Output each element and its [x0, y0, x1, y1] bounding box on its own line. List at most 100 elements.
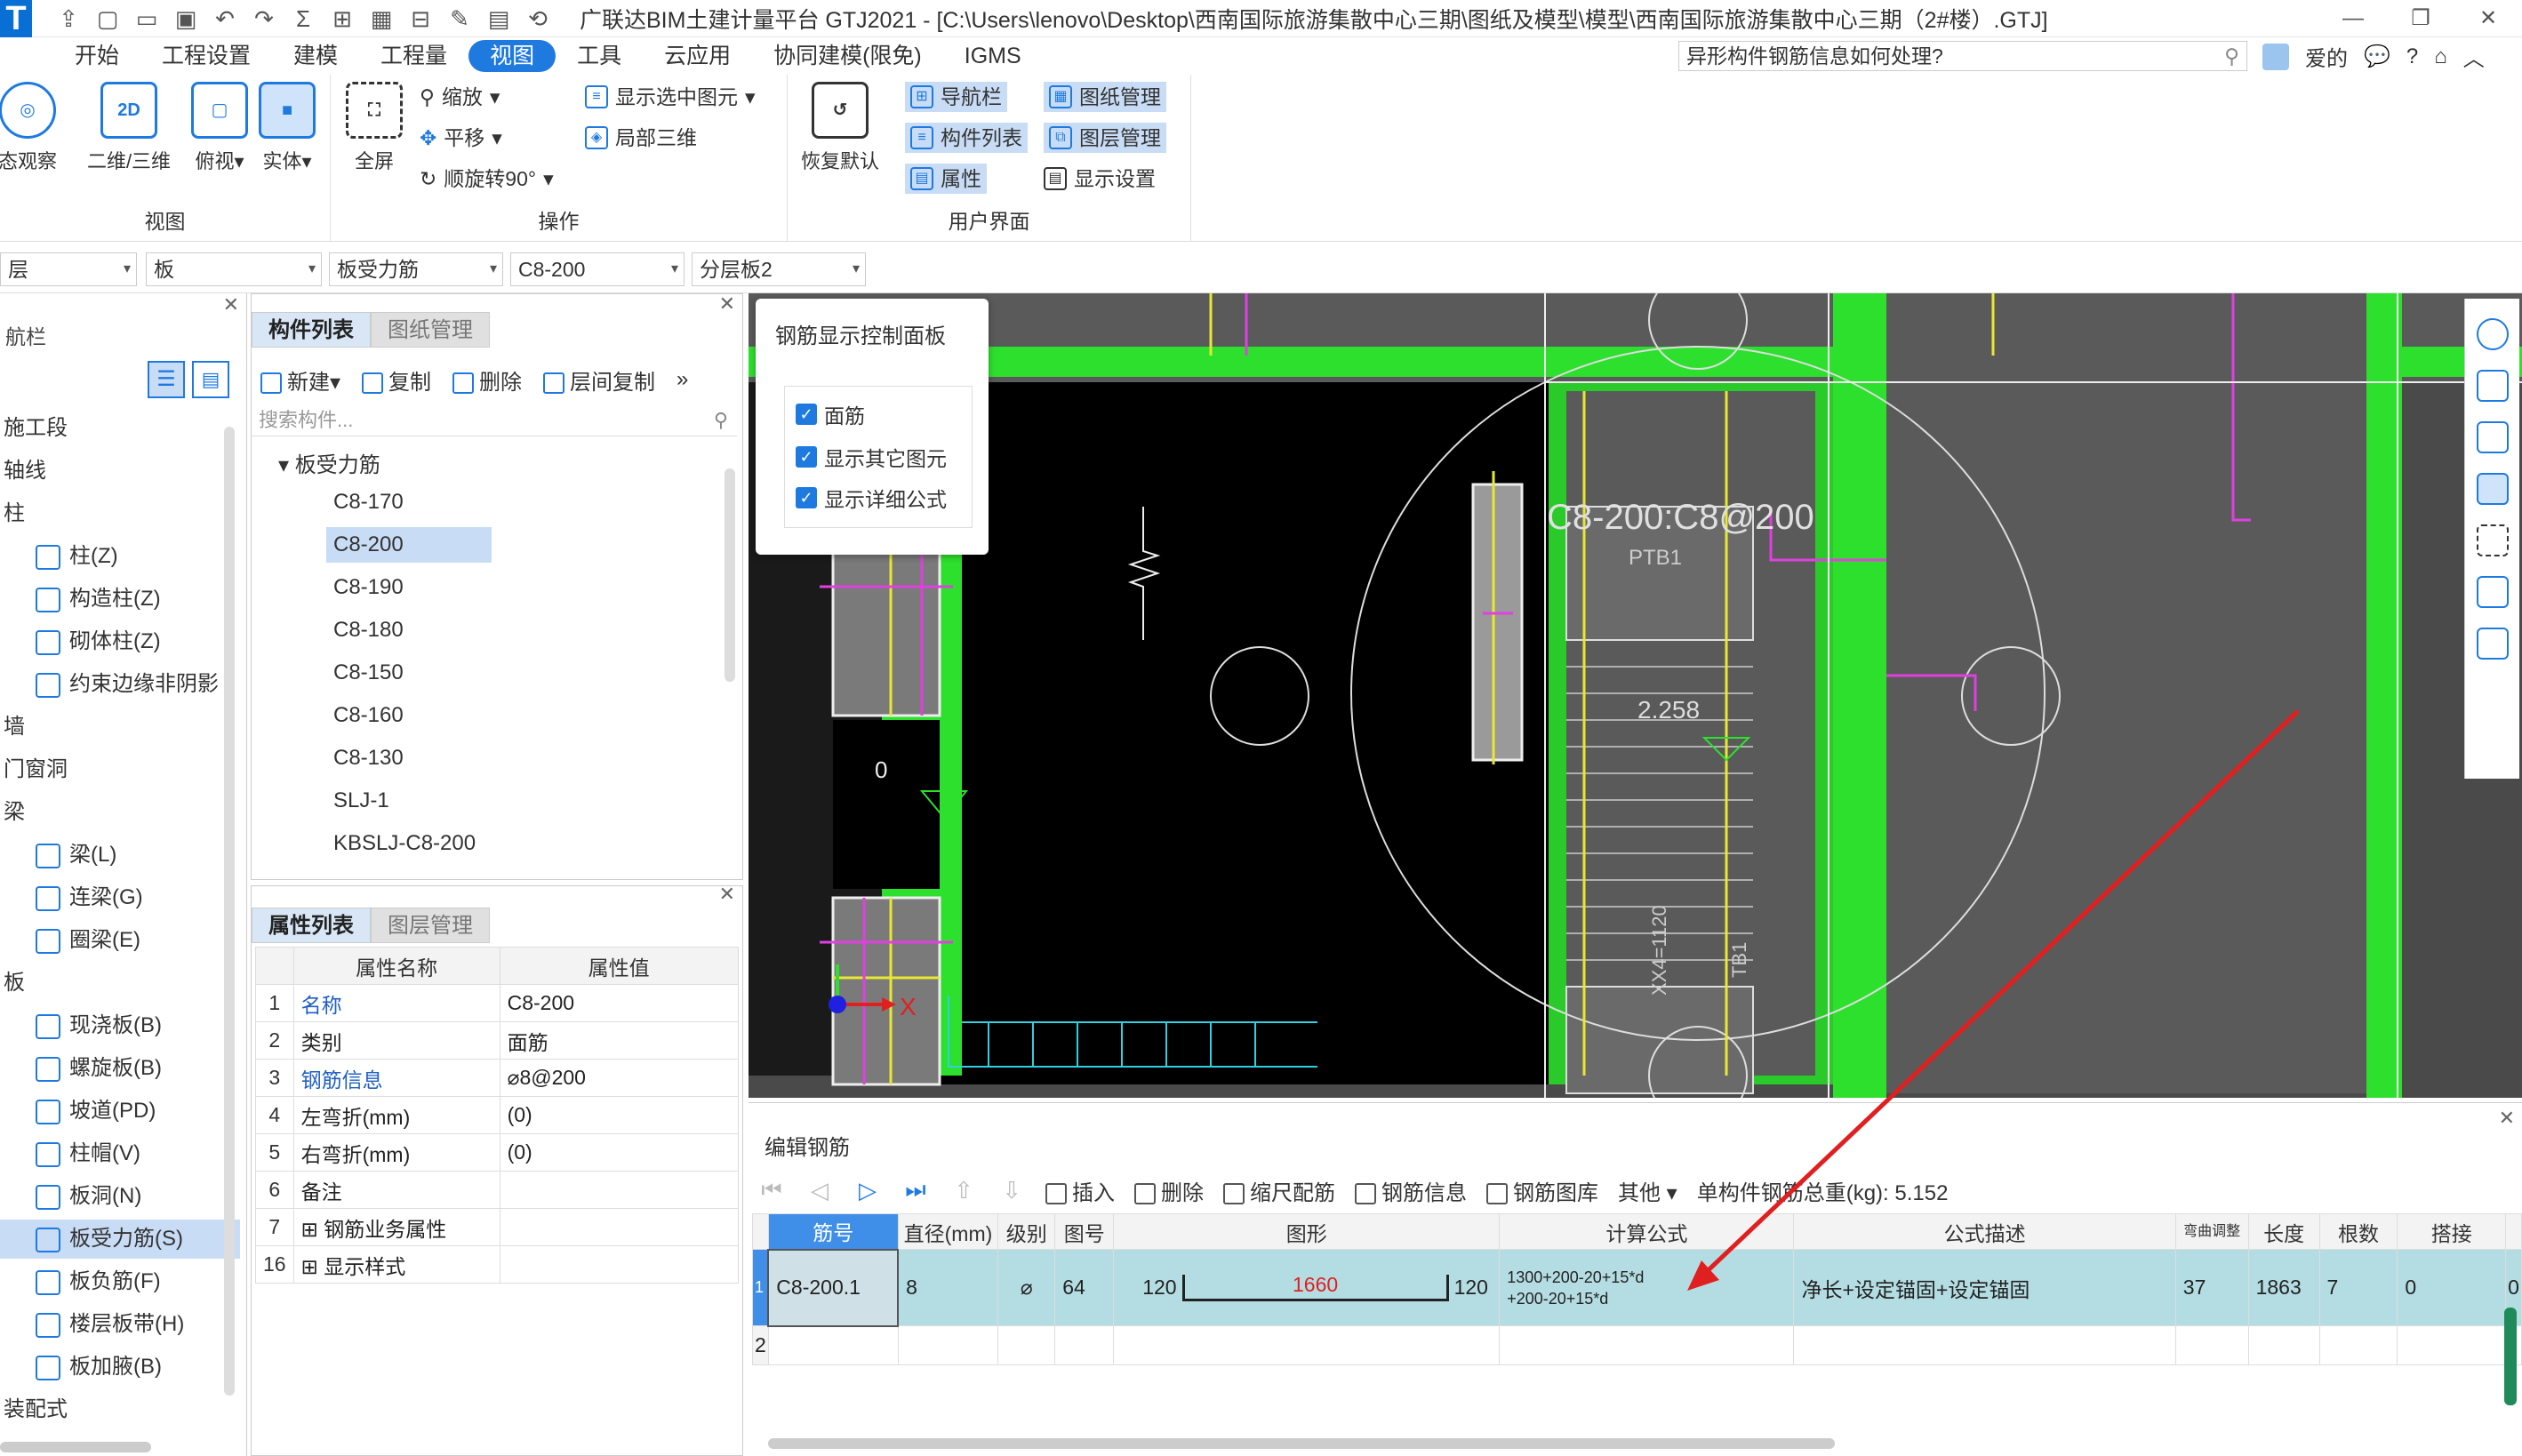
nav-item[interactable]: 连梁(G) [0, 878, 240, 917]
nav-item[interactable]: 构造柱(Z) [0, 580, 240, 619]
expand-icon[interactable]: ⊞ [301, 1255, 324, 1278]
tab-property-list[interactable]: 属性列表 [252, 908, 371, 943]
prev-record-icon[interactable]: ◁ [805, 1177, 834, 1204]
more-icon[interactable]: » [677, 367, 688, 392]
nav-item[interactable]: 轴线 [0, 452, 240, 491]
menu-start[interactable]: 开始 [53, 40, 140, 72]
cell-fig-no[interactable]: 64 [1054, 1249, 1115, 1326]
fullscreen-icon[interactable] [2476, 524, 2509, 556]
menu-project-settings[interactable]: 工程设置 [140, 40, 272, 72]
layout-icon[interactable]: ⊟ [405, 5, 436, 32]
nav-item[interactable]: 梁 [0, 793, 240, 832]
maximize-button[interactable]: ❐ [2387, 0, 2454, 37]
grid-icon[interactable]: ⊞ [327, 5, 357, 32]
cell-length[interactable]: 1863 [2247, 1249, 2320, 1326]
cell-shape[interactable]: 120 1660 120 [1113, 1249, 1501, 1326]
tab-component-list[interactable]: 构件列表 [252, 312, 371, 348]
checkbox-top-rebar[interactable]: ✓ 面筋 [796, 399, 865, 429]
nav-hscrollbar[interactable] [0, 1442, 151, 1452]
restore-default-button[interactable]: ↺ 恢复默认 [800, 82, 880, 174]
empty-cell[interactable] [1054, 1325, 1115, 1365]
delete-row-button[interactable]: 删除 [1134, 1175, 1204, 1206]
nav-item[interactable]: 墙 [0, 708, 240, 747]
sum-icon[interactable]: Σ [288, 5, 318, 32]
show-selected-button[interactable]: ≡ 显示选中图元 ▾ [585, 82, 756, 112]
prop-value[interactable] [499, 1171, 739, 1209]
props-close-icon[interactable]: ✕ [719, 883, 735, 906]
cell-count[interactable]: 7 [2318, 1249, 2398, 1326]
empty-cell[interactable] [2174, 1325, 2249, 1365]
nav-item[interactable]: 板受力筋(S) [0, 1220, 240, 1259]
prop-value[interactable]: ⌀8@200 [499, 1059, 739, 1097]
open-folder-icon[interactable]: ▭ [132, 5, 162, 32]
nav-item[interactable]: 门窗洞 [0, 750, 240, 789]
insert-button[interactable]: 插入 [1045, 1175, 1115, 1206]
cell-bend-adjust[interactable]: 37 [2174, 1249, 2249, 1326]
empty-cell[interactable] [1499, 1325, 1795, 1365]
table-row[interactable]: 2 [752, 1325, 2522, 1365]
col-count[interactable]: 根数 [2318, 1213, 2398, 1250]
menu-tools[interactable]: 工具 [556, 40, 643, 72]
menu-modeling[interactable]: 建模 [272, 40, 359, 72]
solid-button[interactable]: ■ 实体▾ [256, 82, 318, 174]
detail-view-icon[interactable]: ▤ [192, 361, 229, 398]
draw-icon[interactable]: ✎ [444, 5, 475, 32]
cell-diameter[interactable]: 8 [897, 1249, 999, 1326]
empty-cell[interactable] [997, 1325, 1056, 1365]
prop-value[interactable]: (0) [499, 1096, 739, 1134]
local-3d-icon[interactable] [2476, 576, 2509, 608]
col-fig-no[interactable]: 图号 [1054, 1213, 1115, 1250]
menu-collab[interactable]: 协同建模(限免) [752, 40, 943, 72]
cell-bar-no[interactable]: C8-200.1 [767, 1248, 900, 1327]
local-3d-button[interactable]: ◈ 局部三维 [585, 123, 697, 153]
help-icon[interactable]: ? [2406, 44, 2418, 69]
rebar-info-button[interactable]: 钢筋信息 [1355, 1175, 1467, 1206]
nav-item[interactable]: 板洞(N) [0, 1177, 240, 1216]
sync-icon[interactable]: ⟲ [523, 5, 553, 32]
avatar[interactable] [2262, 43, 2289, 70]
layer-combo[interactable]: 分层板2 ▾ [692, 252, 866, 286]
empty-cell[interactable] [767, 1325, 899, 1365]
menu-quantities[interactable]: 工程量 [359, 40, 468, 72]
prop-value[interactable]: (0) [499, 1133, 739, 1172]
new-component-button[interactable]: 新建▾ [260, 364, 340, 396]
drawing-mgmt-button[interactable]: ▦ 图纸管理 [1044, 82, 1166, 112]
nav-item[interactable]: 现浇板(B) [0, 1006, 240, 1045]
next-record-icon[interactable]: ▷ [853, 1177, 882, 1204]
film-icon[interactable]: ▤ [484, 5, 514, 32]
empty-cell[interactable] [2397, 1325, 2507, 1365]
scale-rebar-button[interactable]: 缩尺配筋 [1223, 1175, 1335, 1206]
list-item[interactable]: KBSLJ-C8-200 [326, 826, 492, 861]
save-icon[interactable]: ▣ [171, 5, 201, 32]
nav-item[interactable]: 梁(L) [0, 836, 240, 875]
minimize-button[interactable]: — [2319, 0, 2387, 37]
props-toggle-button[interactable]: ▤ 属性 [905, 164, 987, 194]
rebar-library-button[interactable]: 钢筋图库 [1486, 1175, 1598, 1206]
empty-cell[interactable] [2318, 1325, 2398, 1365]
cell-lap[interactable]: 0 [2397, 1249, 2507, 1326]
dynamic-observe-button[interactable]: ◎ 态观察 [0, 82, 59, 174]
cell-formula-desc[interactable]: 净长+设定锚固+设定锚固 [1793, 1249, 2176, 1326]
tab-drawing-mgmt[interactable]: 图纸管理 [371, 312, 490, 348]
component-combo[interactable]: C8-200 ▾ [510, 252, 685, 286]
nav-scrollbar[interactable] [224, 427, 235, 1396]
cell-formula[interactable]: 1300+200-20+15*d +200-20+15*d [1499, 1249, 1795, 1326]
layer-mgmt-button[interactable]: ⧉ 图层管理 [1044, 123, 1166, 153]
table-row[interactable]: 16 ⊞ 显示样式 [255, 1245, 739, 1284]
col-lap[interactable]: 搭接 [2397, 1213, 2507, 1250]
prop-value[interactable] [499, 1208, 739, 1246]
display-settings-button[interactable]: ▤ 显示设置 [1044, 164, 1156, 194]
nav-item[interactable]: 板负筋(F) [0, 1262, 240, 1301]
cell-grade[interactable]: ⌀ [997, 1249, 1056, 1326]
undo-icon[interactable]: ↶ [210, 5, 240, 32]
col-bend-adjust[interactable]: 弯曲调整 [2174, 1213, 2249, 1250]
list-item[interactable]: C8-190 [326, 570, 492, 605]
chat-icon[interactable]: 💬 [2364, 44, 2390, 69]
first-record-icon[interactable]: ⏮ [757, 1176, 786, 1204]
table-row[interactable]: 2 类别 面筋 [255, 1021, 739, 1060]
nav-toggle-button[interactable]: ⊞ 导航栏 [905, 82, 1007, 112]
rebar-drawing-canvas[interactable]: C8-200:C8@200 PTB1 2.258 XX4=1120 TB1 0 … [749, 293, 2522, 1098]
type-combo[interactable]: 板 ▾ [146, 252, 322, 286]
nav-item[interactable]: 柱(Z) [0, 537, 240, 576]
search-icon[interactable]: ⚲ [714, 404, 728, 436]
